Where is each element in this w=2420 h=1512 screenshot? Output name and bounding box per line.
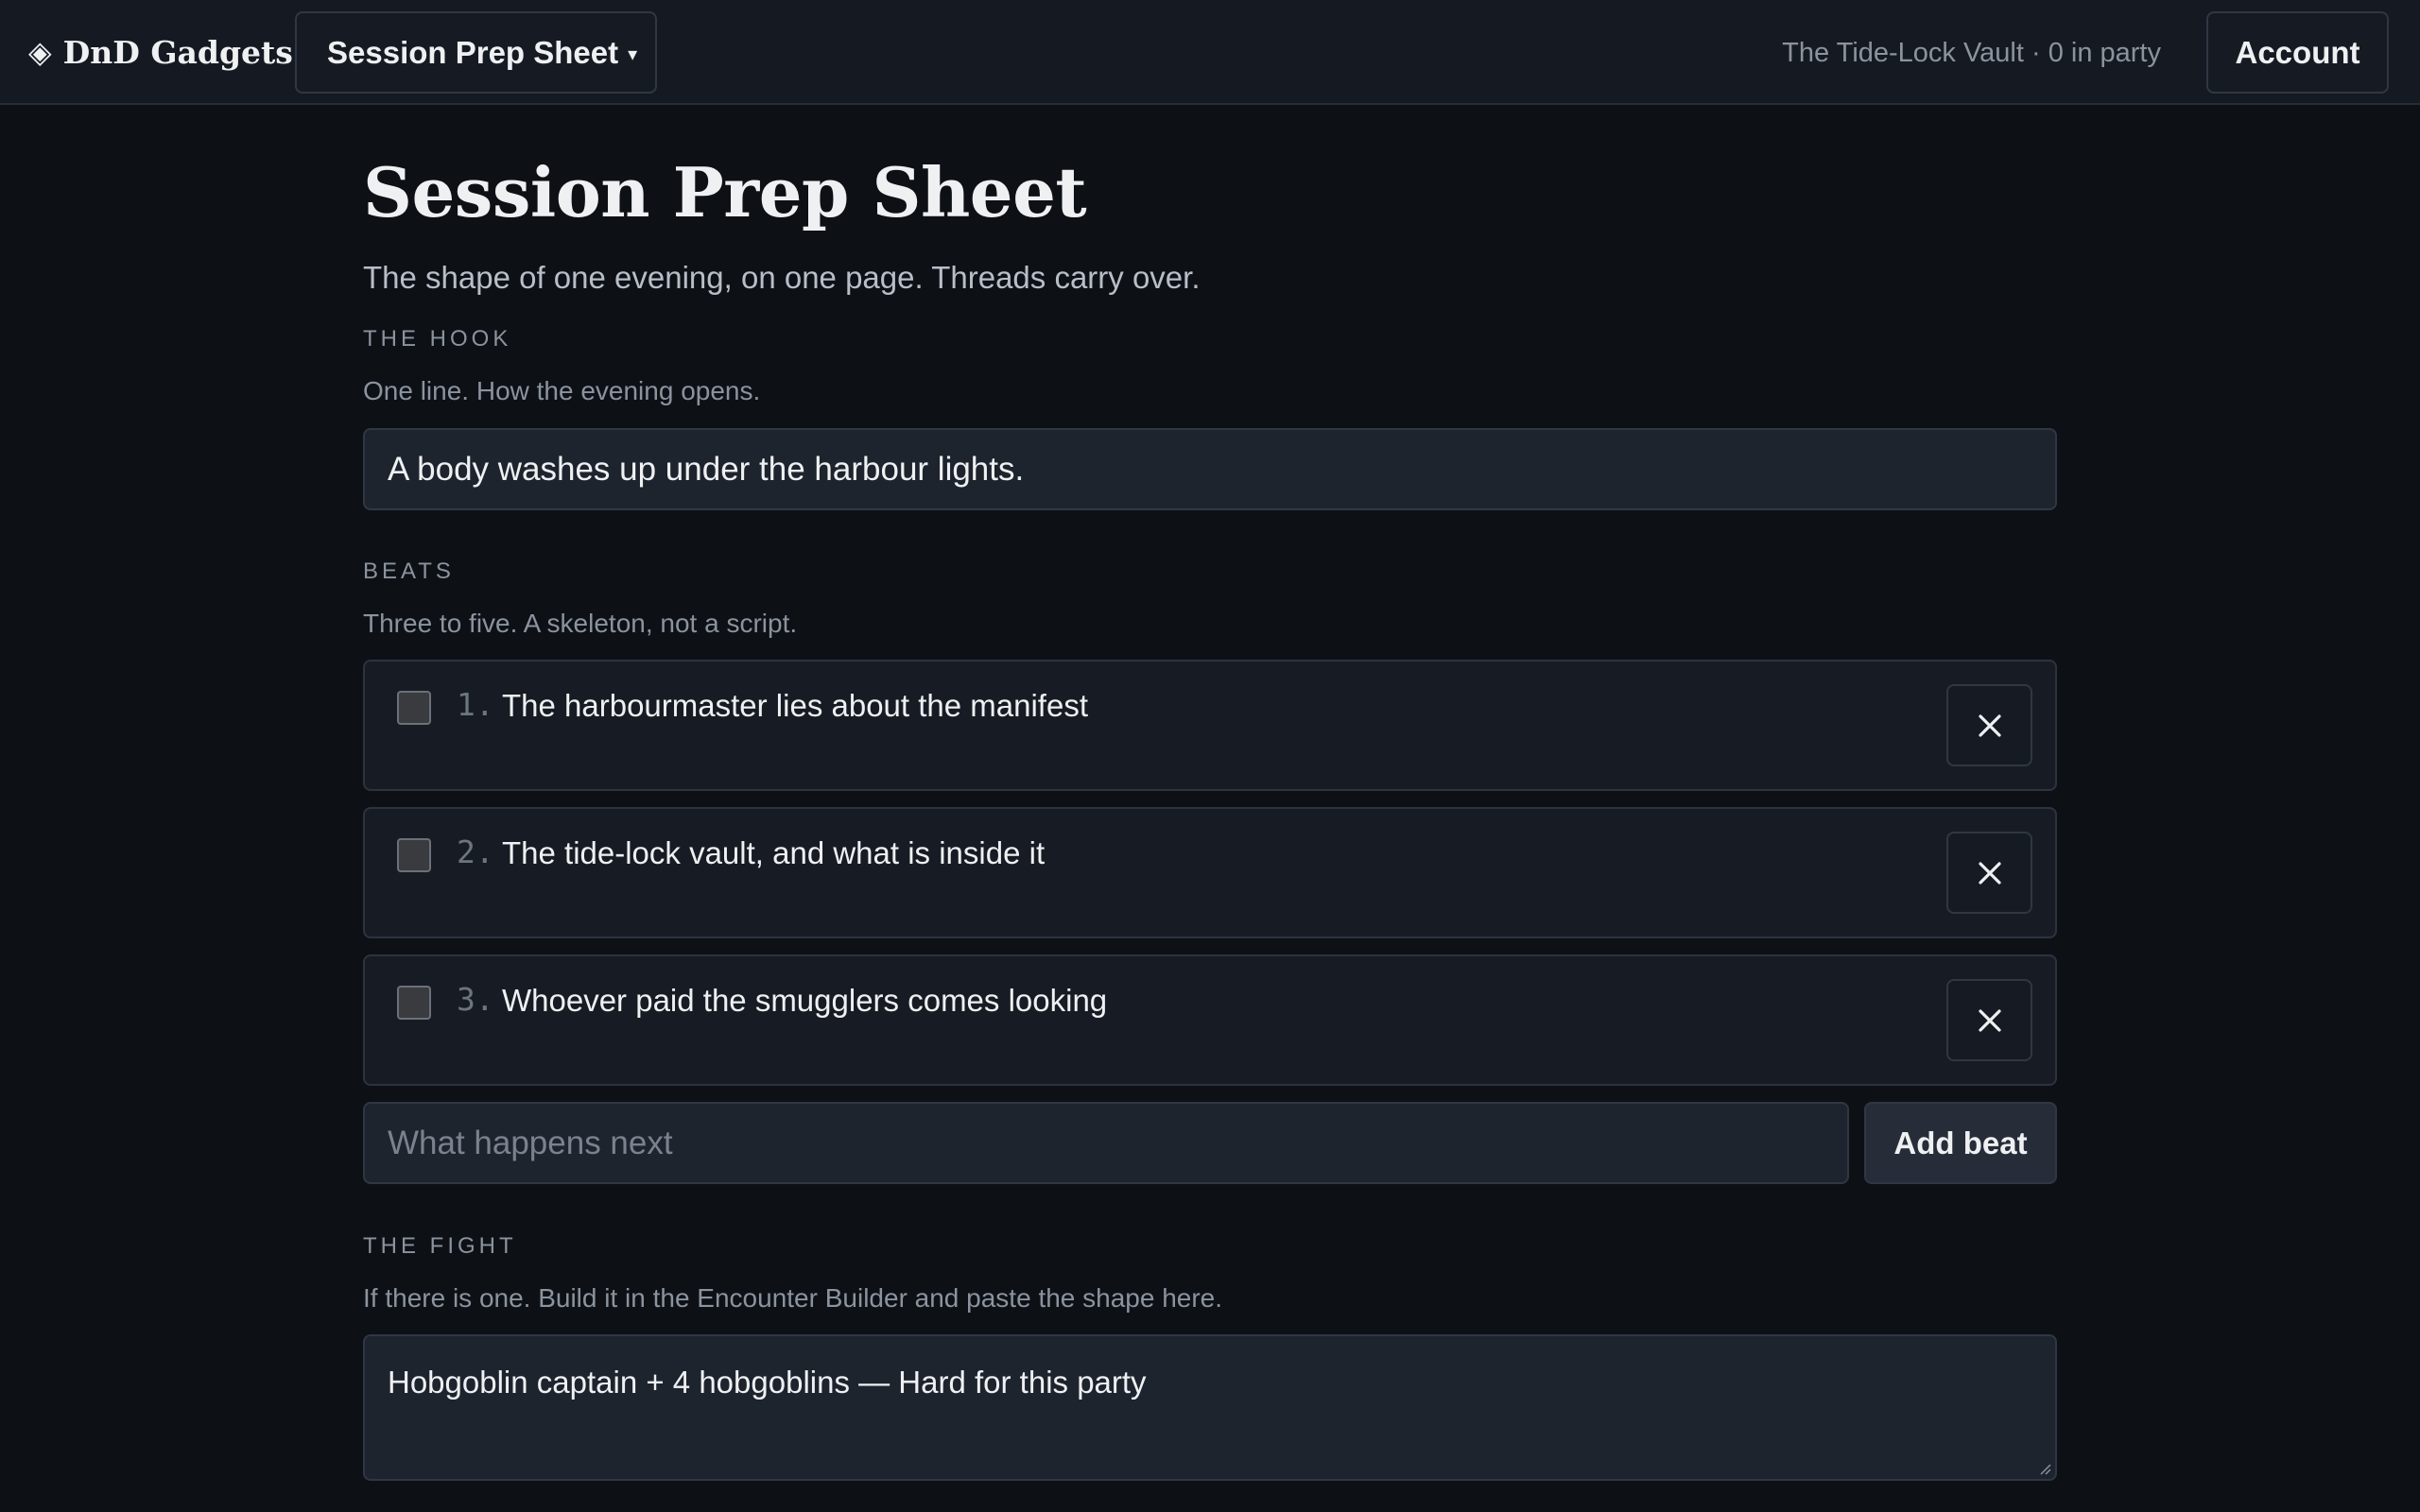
fight-help: If there is one. Build it in the Encount… (363, 1283, 1223, 1313)
beats-help: Three to five. A skeleton, not a script. (363, 609, 798, 638)
hook-label: THE HOOK (363, 326, 512, 352)
beat-item: 1. The harbourmaster lies about the mani… (363, 660, 2057, 791)
brand-name: DnD Gadgets (62, 33, 293, 71)
beat-text[interactable]: The tide-lock vault, and what is inside … (502, 835, 1045, 871)
beat-checkbox[interactable] (397, 986, 431, 1020)
beat-checkbox[interactable] (397, 691, 431, 725)
add-beat-button[interactable]: Add beat (1864, 1102, 2057, 1184)
page-title: Session Prep Sheet (363, 152, 1087, 232)
brand-logo[interactable]: ◈ DnD Gadgets (28, 28, 293, 76)
account-button[interactable]: Account (2206, 11, 2389, 94)
tool-select-label: Session Prep Sheet (327, 34, 619, 70)
close-icon (1978, 713, 2001, 737)
new-beat-input[interactable]: What happens next (363, 1102, 1849, 1184)
remove-beat-button[interactable] (1946, 832, 2032, 914)
remove-beat-button[interactable] (1946, 979, 2032, 1061)
chevron-down-icon: ▾ (628, 44, 638, 65)
beat-number: 1. (457, 686, 494, 723)
campaign-info: The Tide-Lock Vault · 0 in party (1782, 37, 2161, 68)
top-bar: ◈ DnD Gadgets Session Prep Sheet ▾ The T… (0, 0, 2420, 105)
close-icon (1978, 861, 2001, 885)
beats-label: BEATS (363, 558, 455, 584)
page-subtitle: The shape of one evening, on one page. T… (363, 260, 1201, 295)
beat-number: 2. (457, 833, 494, 870)
beat-number: 3. (457, 981, 494, 1018)
hook-input[interactable]: A body washes up under the harbour light… (363, 428, 2057, 510)
remove-beat-button[interactable] (1946, 684, 2032, 766)
beat-item: 3. Whoever paid the smugglers comes look… (363, 954, 2057, 1086)
fight-textarea[interactable]: Hobgoblin captain + 4 hobgoblins — Hard … (363, 1334, 2057, 1481)
beat-item: 2. The tide-lock vault, and what is insi… (363, 807, 2057, 938)
hook-help: One line. How the evening opens. (363, 376, 761, 405)
diamond-icon: ◈ (28, 34, 52, 70)
beat-text[interactable]: The harbourmaster lies about the manifes… (502, 688, 1088, 724)
beat-text[interactable]: Whoever paid the smugglers comes looking (502, 983, 1107, 1019)
beat-checkbox[interactable] (397, 838, 431, 872)
tool-select-dropdown[interactable]: Session Prep Sheet ▾ (295, 11, 657, 94)
fight-text: Hobgoblin captain + 4 hobgoblins — Hard … (388, 1365, 1147, 1400)
close-icon (1978, 1008, 2001, 1032)
fight-label: THE FIGHT (363, 1233, 517, 1259)
resize-grip-icon[interactable] (2038, 1462, 2051, 1475)
